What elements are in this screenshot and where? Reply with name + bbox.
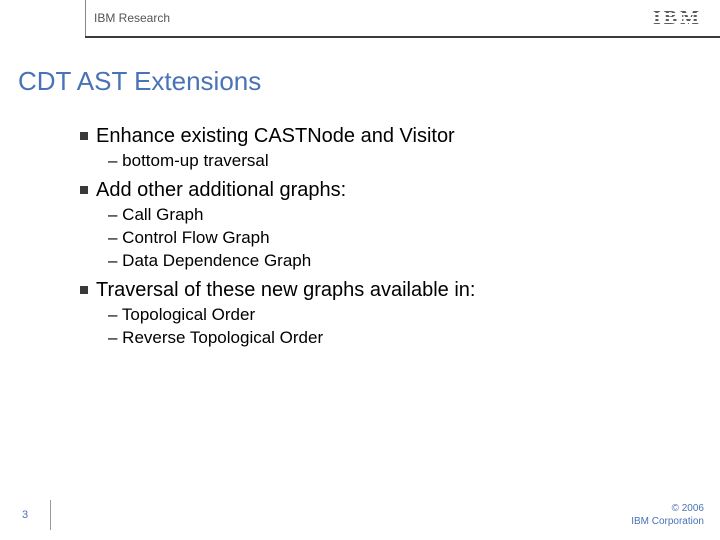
slide-footer: 3 © 2006 IBM Corporation bbox=[0, 500, 720, 530]
square-bullet-icon bbox=[80, 286, 88, 294]
sub-item: – Data Dependence Graph bbox=[108, 250, 680, 273]
footer-divider bbox=[50, 500, 51, 530]
bullet-text: Traversal of these new graphs available … bbox=[96, 279, 475, 302]
slide-title: CDT AST Extensions bbox=[0, 38, 720, 121]
logo-text: IBM bbox=[653, 7, 702, 30]
sub-item: – Topological Order bbox=[108, 304, 680, 327]
header-left: IBM Research bbox=[0, 0, 170, 36]
header-spacer bbox=[0, 0, 85, 36]
sub-list: – bottom-up traversal bbox=[80, 150, 680, 173]
footer-right: © 2006 IBM Corporation bbox=[631, 502, 704, 528]
footer-left: 3 bbox=[0, 500, 51, 530]
page-number: 3 bbox=[0, 509, 50, 521]
bullet-text: Enhance existing CASTNode and Visitor bbox=[96, 125, 455, 148]
sub-list: – Call Graph – Control Flow Graph – Data… bbox=[80, 204, 680, 273]
slide-header: IBM Research IBM bbox=[0, 0, 720, 36]
ibm-logo-icon: IBM bbox=[653, 7, 702, 30]
square-bullet-icon bbox=[80, 132, 88, 140]
sub-item: – bottom-up traversal bbox=[108, 150, 680, 173]
sub-item: – Control Flow Graph bbox=[108, 227, 680, 250]
bullet-item: Add other additional graphs: bbox=[80, 179, 680, 202]
bullet-item: Enhance existing CASTNode and Visitor bbox=[80, 125, 680, 148]
org-label: IBM Research bbox=[86, 11, 170, 25]
sub-list: – Topological Order – Reverse Topologica… bbox=[80, 304, 680, 350]
square-bullet-icon bbox=[80, 186, 88, 194]
sub-item: – Reverse Topological Order bbox=[108, 327, 680, 350]
copyright-year: © 2006 bbox=[631, 502, 704, 515]
bullet-text: Add other additional graphs: bbox=[96, 179, 346, 202]
sub-item: – Call Graph bbox=[108, 204, 680, 227]
copyright-corp: IBM Corporation bbox=[631, 515, 704, 528]
slide-content: Enhance existing CASTNode and Visitor – … bbox=[0, 125, 720, 350]
bullet-item: Traversal of these new graphs available … bbox=[80, 279, 680, 302]
